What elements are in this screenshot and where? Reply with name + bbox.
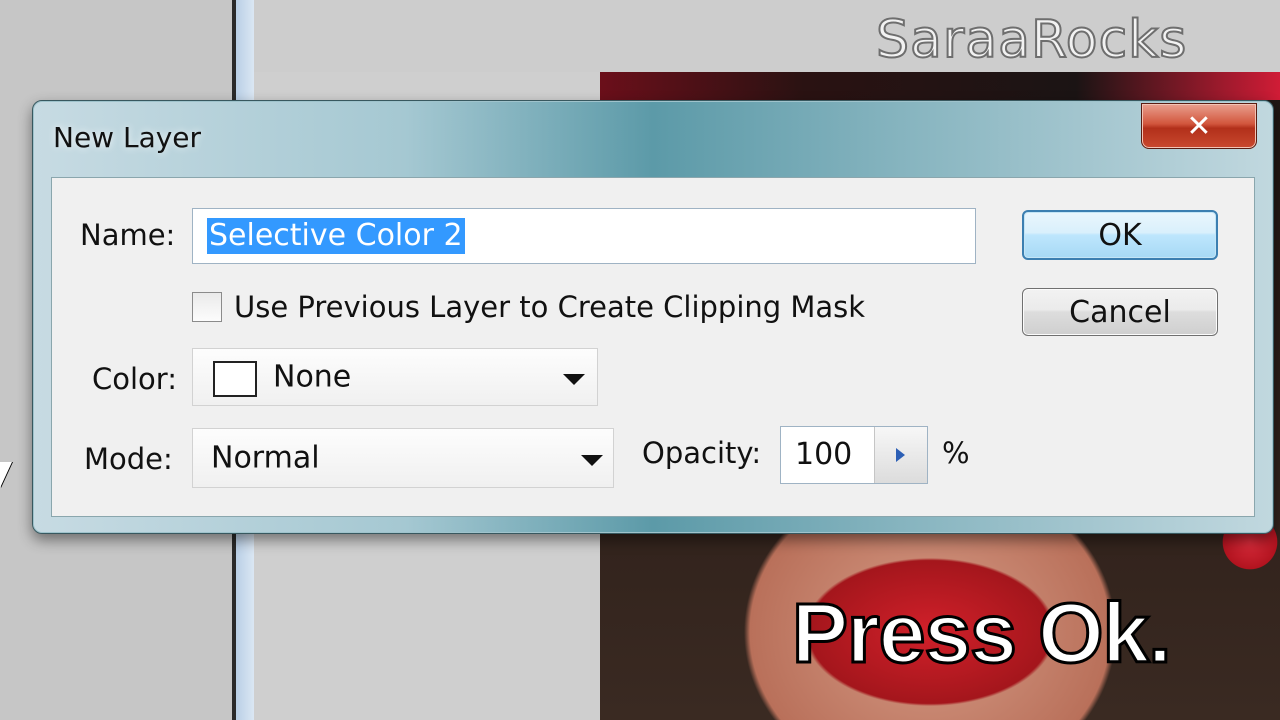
name-label: Name: xyxy=(80,218,176,252)
chevron-down-icon xyxy=(581,455,603,466)
mode-select-value: Normal xyxy=(211,440,320,476)
tutorial-caption: Press Ok. xyxy=(791,585,1174,682)
opacity-slider-arrow-icon[interactable] xyxy=(874,427,927,483)
close-icon: ✕ xyxy=(1186,108,1212,144)
dialog-titlebar[interactable]: New Layer ✕ xyxy=(33,101,1273,173)
new-layer-dialog: New Layer ✕ Name: Selective Color 2 Use … xyxy=(32,100,1274,534)
mode-label: Mode: xyxy=(84,442,173,476)
color-select-value: None xyxy=(273,359,352,395)
dialog-body: Name: Selective Color 2 Use Previous Lay… xyxy=(51,177,1255,517)
dialog-title: New Layer xyxy=(53,121,202,154)
watermark-text: SaraaRocks xyxy=(875,9,1188,71)
mode-select[interactable]: Normal xyxy=(192,428,614,488)
chevron-down-icon xyxy=(563,374,585,385)
opacity-unit: % xyxy=(942,436,970,470)
ok-button[interactable]: OK xyxy=(1022,210,1218,260)
cancel-button[interactable]: Cancel xyxy=(1022,288,1218,336)
clipping-mask-checkbox[interactable] xyxy=(192,292,222,322)
mouse-cursor-icon xyxy=(0,462,12,488)
clipping-mask-label[interactable]: Use Previous Layer to Create Clipping Ma… xyxy=(234,290,865,324)
close-button[interactable]: ✕ xyxy=(1141,103,1257,149)
name-input[interactable]: Selective Color 2 xyxy=(192,208,976,264)
color-swatch xyxy=(213,361,257,397)
opacity-label: Opacity: xyxy=(642,436,762,470)
name-input-selected-text: Selective Color 2 xyxy=(207,218,465,254)
color-label: Color: xyxy=(92,362,177,396)
opacity-value: 100 xyxy=(795,437,853,472)
opacity-input[interactable]: 100 xyxy=(780,426,928,484)
color-select[interactable]: None xyxy=(192,348,598,406)
photo-top-edge xyxy=(600,72,1280,100)
